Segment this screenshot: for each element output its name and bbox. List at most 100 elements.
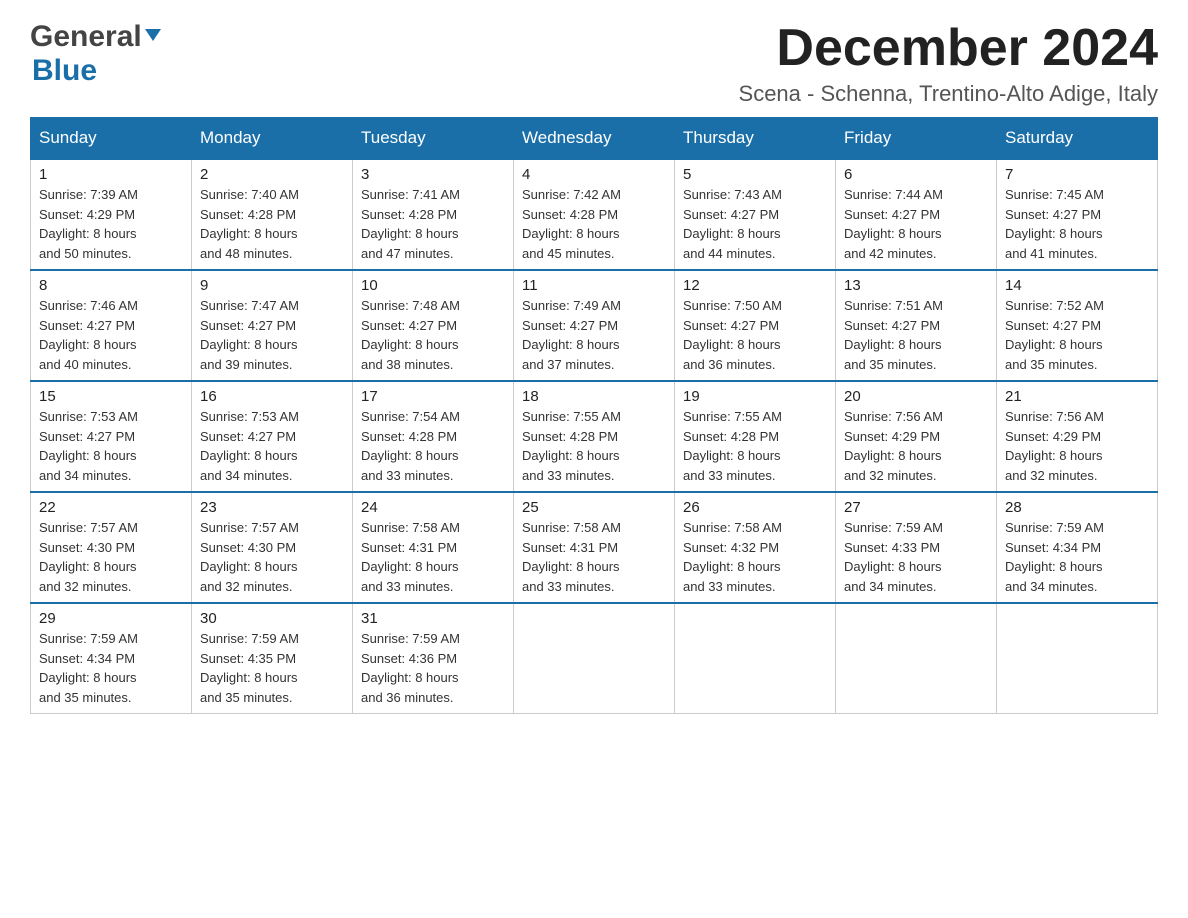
day-info: Sunrise: 7:58 AMSunset: 4:32 PMDaylight:… (683, 520, 782, 594)
logo-general-text: General (30, 20, 142, 54)
calendar-cell: 8 Sunrise: 7:46 AMSunset: 4:27 PMDayligh… (31, 270, 192, 381)
calendar-cell: 4 Sunrise: 7:42 AMSunset: 4:28 PMDayligh… (514, 159, 675, 270)
day-info: Sunrise: 7:56 AMSunset: 4:29 PMDaylight:… (1005, 409, 1104, 483)
calendar-cell: 19 Sunrise: 7:55 AMSunset: 4:28 PMDaylig… (675, 381, 836, 492)
calendar-cell: 28 Sunrise: 7:59 AMSunset: 4:34 PMDaylig… (997, 492, 1158, 603)
calendar-week-row: 8 Sunrise: 7:46 AMSunset: 4:27 PMDayligh… (31, 270, 1158, 381)
day-number: 24 (361, 499, 505, 516)
calendar-cell: 16 Sunrise: 7:53 AMSunset: 4:27 PMDaylig… (192, 381, 353, 492)
calendar-cell: 7 Sunrise: 7:45 AMSunset: 4:27 PMDayligh… (997, 159, 1158, 270)
day-number: 14 (1005, 277, 1149, 294)
day-info: Sunrise: 7:44 AMSunset: 4:27 PMDaylight:… (844, 187, 943, 261)
calendar-cell: 6 Sunrise: 7:44 AMSunset: 4:27 PMDayligh… (836, 159, 997, 270)
calendar-cell: 18 Sunrise: 7:55 AMSunset: 4:28 PMDaylig… (514, 381, 675, 492)
day-number: 27 (844, 499, 988, 516)
calendar-cell: 30 Sunrise: 7:59 AMSunset: 4:35 PMDaylig… (192, 603, 353, 714)
calendar-cell (514, 603, 675, 714)
day-number: 5 (683, 166, 827, 183)
day-info: Sunrise: 7:58 AMSunset: 4:31 PMDaylight:… (522, 520, 621, 594)
header-thursday: Thursday (675, 118, 836, 160)
calendar-cell: 20 Sunrise: 7:56 AMSunset: 4:29 PMDaylig… (836, 381, 997, 492)
calendar-cell: 3 Sunrise: 7:41 AMSunset: 4:28 PMDayligh… (353, 159, 514, 270)
calendar-cell: 21 Sunrise: 7:56 AMSunset: 4:29 PMDaylig… (997, 381, 1158, 492)
day-number: 21 (1005, 388, 1149, 405)
day-number: 18 (522, 388, 666, 405)
calendar-cell: 15 Sunrise: 7:53 AMSunset: 4:27 PMDaylig… (31, 381, 192, 492)
day-info: Sunrise: 7:43 AMSunset: 4:27 PMDaylight:… (683, 187, 782, 261)
day-number: 29 (39, 610, 183, 627)
day-number: 6 (844, 166, 988, 183)
day-number: 17 (361, 388, 505, 405)
day-info: Sunrise: 7:55 AMSunset: 4:28 PMDaylight:… (683, 409, 782, 483)
header-sunday: Sunday (31, 118, 192, 160)
day-info: Sunrise: 7:55 AMSunset: 4:28 PMDaylight:… (522, 409, 621, 483)
logo: General Blue (30, 20, 161, 88)
day-info: Sunrise: 7:59 AMSunset: 4:34 PMDaylight:… (39, 631, 138, 705)
day-number: 3 (361, 166, 505, 183)
day-number: 30 (200, 610, 344, 627)
day-info: Sunrise: 7:52 AMSunset: 4:27 PMDaylight:… (1005, 298, 1104, 372)
calendar-cell (836, 603, 997, 714)
calendar-cell: 11 Sunrise: 7:49 AMSunset: 4:27 PMDaylig… (514, 270, 675, 381)
day-number: 11 (522, 277, 666, 294)
day-info: Sunrise: 7:40 AMSunset: 4:28 PMDaylight:… (200, 187, 299, 261)
logo-triangle-icon (145, 27, 161, 48)
calendar-cell: 9 Sunrise: 7:47 AMSunset: 4:27 PMDayligh… (192, 270, 353, 381)
header-tuesday: Tuesday (353, 118, 514, 160)
day-info: Sunrise: 7:51 AMSunset: 4:27 PMDaylight:… (844, 298, 943, 372)
day-info: Sunrise: 7:50 AMSunset: 4:27 PMDaylight:… (683, 298, 782, 372)
day-number: 1 (39, 166, 183, 183)
header-saturday: Saturday (997, 118, 1158, 160)
header-monday: Monday (192, 118, 353, 160)
calendar-week-row: 22 Sunrise: 7:57 AMSunset: 4:30 PMDaylig… (31, 492, 1158, 603)
calendar-week-row: 15 Sunrise: 7:53 AMSunset: 4:27 PMDaylig… (31, 381, 1158, 492)
calendar-cell: 10 Sunrise: 7:48 AMSunset: 4:27 PMDaylig… (353, 270, 514, 381)
calendar-cell: 5 Sunrise: 7:43 AMSunset: 4:27 PMDayligh… (675, 159, 836, 270)
day-info: Sunrise: 7:59 AMSunset: 4:35 PMDaylight:… (200, 631, 299, 705)
day-info: Sunrise: 7:47 AMSunset: 4:27 PMDaylight:… (200, 298, 299, 372)
header-friday: Friday (836, 118, 997, 160)
title-section: December 2024 Scena - Schenna, Trentino-… (739, 20, 1158, 107)
day-number: 4 (522, 166, 666, 183)
day-number: 28 (1005, 499, 1149, 516)
day-number: 22 (39, 499, 183, 516)
day-info: Sunrise: 7:58 AMSunset: 4:31 PMDaylight:… (361, 520, 460, 594)
calendar-cell: 25 Sunrise: 7:58 AMSunset: 4:31 PMDaylig… (514, 492, 675, 603)
location-title: Scena - Schenna, Trentino-Alto Adige, It… (739, 81, 1158, 107)
day-info: Sunrise: 7:59 AMSunset: 4:36 PMDaylight:… (361, 631, 460, 705)
calendar-cell: 13 Sunrise: 7:51 AMSunset: 4:27 PMDaylig… (836, 270, 997, 381)
calendar-cell: 2 Sunrise: 7:40 AMSunset: 4:28 PMDayligh… (192, 159, 353, 270)
calendar-week-row: 29 Sunrise: 7:59 AMSunset: 4:34 PMDaylig… (31, 603, 1158, 714)
calendar-week-row: 1 Sunrise: 7:39 AMSunset: 4:29 PMDayligh… (31, 159, 1158, 270)
day-info: Sunrise: 7:41 AMSunset: 4:28 PMDaylight:… (361, 187, 460, 261)
calendar-cell: 26 Sunrise: 7:58 AMSunset: 4:32 PMDaylig… (675, 492, 836, 603)
day-info: Sunrise: 7:59 AMSunset: 4:33 PMDaylight:… (844, 520, 943, 594)
calendar-cell: 1 Sunrise: 7:39 AMSunset: 4:29 PMDayligh… (31, 159, 192, 270)
calendar-cell: 12 Sunrise: 7:50 AMSunset: 4:27 PMDaylig… (675, 270, 836, 381)
day-number: 26 (683, 499, 827, 516)
day-info: Sunrise: 7:39 AMSunset: 4:29 PMDaylight:… (39, 187, 138, 261)
day-number: 15 (39, 388, 183, 405)
day-info: Sunrise: 7:59 AMSunset: 4:34 PMDaylight:… (1005, 520, 1104, 594)
day-number: 16 (200, 388, 344, 405)
day-number: 7 (1005, 166, 1149, 183)
page-header: General Blue December 2024 Scena - Schen… (30, 20, 1158, 107)
calendar-header-row: SundayMondayTuesdayWednesdayThursdayFrid… (31, 118, 1158, 160)
calendar-table: SundayMondayTuesdayWednesdayThursdayFrid… (30, 117, 1158, 714)
day-info: Sunrise: 7:54 AMSunset: 4:28 PMDaylight:… (361, 409, 460, 483)
day-info: Sunrise: 7:53 AMSunset: 4:27 PMDaylight:… (200, 409, 299, 483)
day-number: 31 (361, 610, 505, 627)
day-number: 10 (361, 277, 505, 294)
day-info: Sunrise: 7:48 AMSunset: 4:27 PMDaylight:… (361, 298, 460, 372)
day-number: 20 (844, 388, 988, 405)
calendar-cell: 14 Sunrise: 7:52 AMSunset: 4:27 PMDaylig… (997, 270, 1158, 381)
calendar-cell (675, 603, 836, 714)
month-title: December 2024 (739, 20, 1158, 77)
day-info: Sunrise: 7:46 AMSunset: 4:27 PMDaylight:… (39, 298, 138, 372)
logo-blue-text: Blue (32, 54, 97, 88)
day-number: 12 (683, 277, 827, 294)
day-number: 9 (200, 277, 344, 294)
calendar-cell: 31 Sunrise: 7:59 AMSunset: 4:36 PMDaylig… (353, 603, 514, 714)
day-number: 13 (844, 277, 988, 294)
calendar-cell: 23 Sunrise: 7:57 AMSunset: 4:30 PMDaylig… (192, 492, 353, 603)
